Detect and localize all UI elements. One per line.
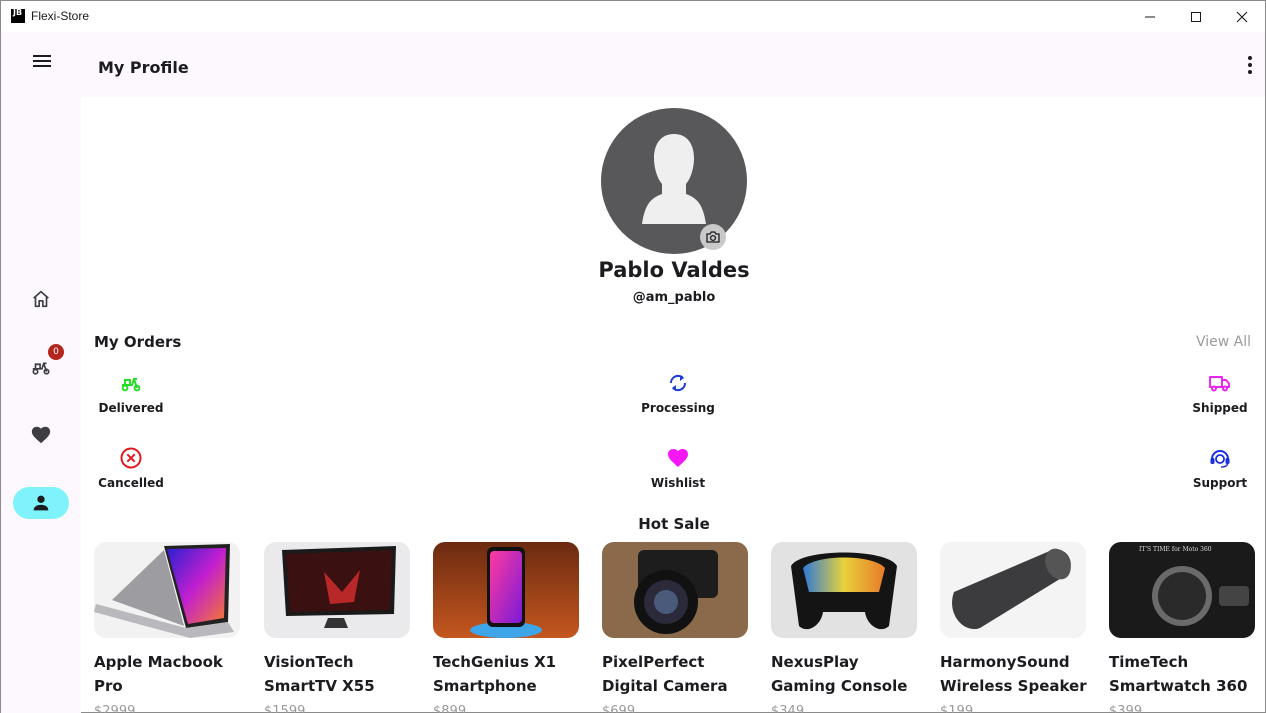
order-support[interactable]: Support [1170, 446, 1266, 490]
maximize-button[interactable] [1173, 1, 1219, 32]
product-price: $199 [940, 704, 974, 713]
product-name: TimeTech Smartwatch 360 [1109, 653, 1248, 695]
product-price: $1599 [264, 704, 306, 713]
more-vert-icon[interactable] [1243, 54, 1257, 76]
cancel-circle-icon [120, 447, 142, 469]
order-label: Delivered [98, 401, 164, 415]
product-image [602, 542, 748, 638]
product-card[interactable]: IT'S TIME for Moto 360 TimeTech Smartwat… [1109, 542, 1255, 713]
close-icon [1236, 11, 1248, 22]
home-icon [33, 290, 49, 308]
product-name: HarmonySound Wireless Speaker [940, 653, 1087, 695]
delivery-scooter-icon [32, 362, 50, 375]
change-photo-button[interactable] [700, 224, 726, 250]
order-label: Support [1192, 476, 1248, 490]
product-name: TechGenius X1 Smartphone [433, 653, 557, 695]
product-image-caption: IT'S TIME for Moto 360 [1139, 546, 1212, 553]
product-image [94, 542, 240, 638]
product-price: $899 [433, 704, 467, 713]
rail-item-profile[interactable] [13, 487, 69, 519]
product-card[interactable]: Apple Macbook Pro $2999 [94, 542, 240, 713]
heart-icon [31, 426, 51, 444]
product-image [433, 542, 579, 638]
minimize-icon [1145, 16, 1155, 17]
product-price: $2999 [94, 704, 136, 713]
hot-sale-title: Hot Sale [638, 515, 710, 533]
order-delivered[interactable]: Delivered [81, 371, 181, 415]
product-card[interactable]: VisionTech SmartTV X55 $1599 [264, 542, 410, 713]
app-logo: JB [11, 9, 25, 23]
truck-icon [1209, 376, 1230, 392]
top-app-bar: My Profile [81, 32, 1265, 97]
order-label: Wishlist [650, 476, 706, 490]
product-image [940, 542, 1086, 638]
hamburger-menu-icon[interactable] [31, 52, 53, 70]
order-label: Processing [641, 401, 715, 415]
product-price: $399 [1109, 704, 1143, 713]
product-price: $349 [771, 704, 805, 713]
close-button[interactable] [1219, 1, 1265, 32]
product-image [264, 542, 410, 638]
product-card[interactable]: PixelPerfect Digital Camera $699 [602, 542, 748, 713]
delivery-scooter-icon [121, 378, 141, 392]
window-title: Flexi-Store [31, 9, 90, 23]
person-icon [33, 495, 49, 511]
product-card[interactable]: TechGenius X1 Smartphone $899 [433, 542, 579, 713]
product-image: IT'S TIME for Moto 360 [1109, 542, 1255, 638]
order-processing[interactable]: Processing [628, 371, 728, 415]
orders-section-title: My Orders [94, 333, 182, 351]
product-name: PixelPerfect Digital Camera [602, 653, 728, 695]
heart-icon [668, 449, 688, 467]
product-name: NexusPlay Gaming Console [771, 653, 908, 695]
rail-item-home[interactable] [13, 283, 69, 315]
product-image [771, 542, 917, 638]
view-all-link[interactable]: View All [1196, 334, 1251, 350]
navigation-rail: 0 [1, 32, 81, 713]
minimize-button[interactable] [1127, 1, 1173, 32]
profile-handle: @am_pablo [632, 290, 716, 305]
product-price: $699 [602, 704, 636, 713]
orders-badge: 0 [48, 344, 64, 360]
headset-agent-icon [1210, 450, 1230, 468]
product-card[interactable]: NexusPlay Gaming Console $349 [771, 542, 917, 713]
sync-icon [669, 374, 687, 392]
page-title: My Profile [98, 58, 189, 77]
order-shipped[interactable]: Shipped [1170, 371, 1266, 415]
order-label: Cancelled [98, 476, 164, 490]
order-wishlist[interactable]: Wishlist [628, 446, 728, 490]
camera-icon [706, 231, 720, 243]
profile-name: Pablo Valdes [598, 258, 750, 282]
maximize-icon [1191, 11, 1201, 22]
order-cancelled[interactable]: Cancelled [81, 446, 181, 490]
product-name: VisionTech SmartTV X55 [264, 653, 375, 695]
order-label: Shipped [1192, 401, 1248, 415]
rail-item-wishlist[interactable] [13, 419, 69, 451]
product-card[interactable]: HarmonySound Wireless Speaker $199 [940, 542, 1087, 713]
rail-item-orders[interactable]: 0 [13, 344, 69, 383]
product-name: Apple Macbook Pro [94, 653, 223, 695]
window-titlebar: JB Flexi-Store [1, 1, 1265, 32]
